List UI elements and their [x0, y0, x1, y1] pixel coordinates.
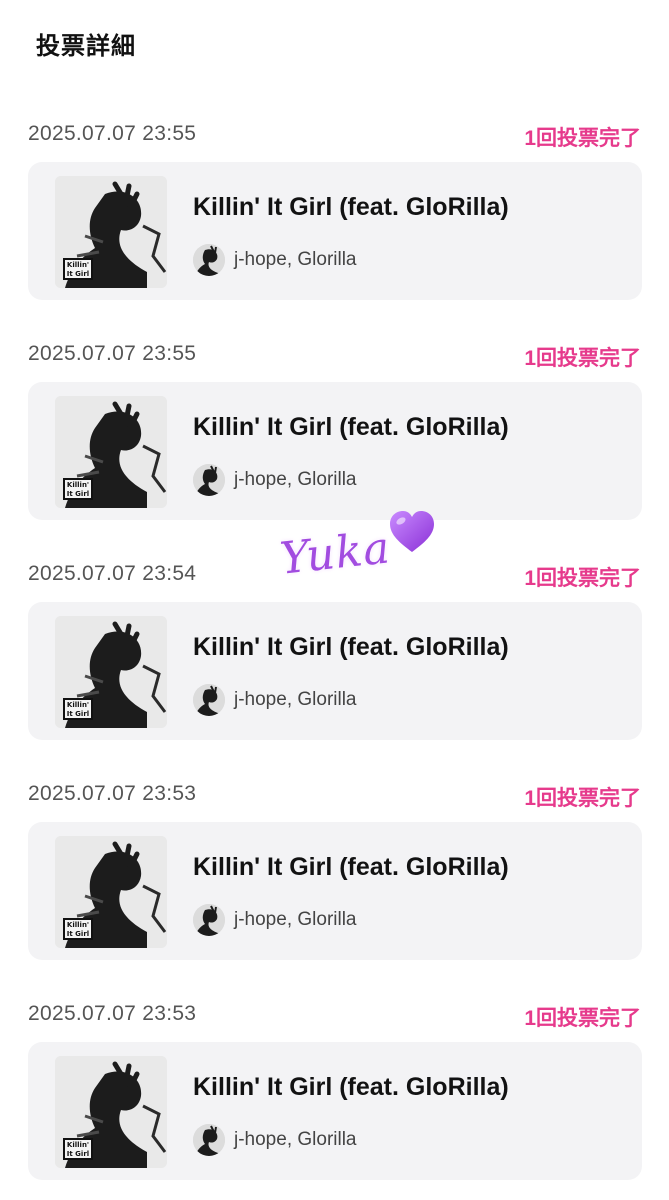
- vote-timestamp: 2025.07.07 23:54: [28, 562, 197, 585]
- purple-heart-icon: [390, 511, 434, 552]
- track-title: Killin' It Girl (feat. GloRilla): [193, 193, 509, 221]
- artist-avatar: [193, 904, 225, 936]
- vote-timestamp: 2025.07.07 23:53: [28, 1002, 197, 1025]
- album-label: Killin' It Girl: [63, 1138, 93, 1160]
- vote-timestamp: 2025.07.07 23:55: [28, 122, 197, 145]
- track-card[interactable]: Killin' It Girl Killin' It Girl (feat. G…: [28, 602, 642, 740]
- vote-meta: 2025.07.07 23:55 1回投票完了: [28, 336, 641, 372]
- artist-avatar-image: [193, 1124, 225, 1156]
- vote-status-badge: 1回投票完了: [524, 1007, 641, 1030]
- album-art: Killin' It Girl: [55, 1056, 167, 1168]
- page-title: 投票詳細: [36, 33, 136, 60]
- artist-names: j-hope, Glorilla: [234, 249, 357, 270]
- track-card[interactable]: Killin' It Girl Killin' It Girl (feat. G…: [28, 822, 642, 960]
- artist-avatar: [193, 244, 225, 276]
- track-card[interactable]: Killin' It Girl Killin' It Girl (feat. G…: [28, 382, 642, 520]
- vote-timestamp: 2025.07.07 23:53: [28, 782, 197, 805]
- artist-names: j-hope, Glorilla: [234, 689, 357, 710]
- album-art: Killin' It Girl: [55, 836, 167, 948]
- album-label: Killin' It Girl: [63, 478, 93, 500]
- album-art: Killin' It Girl: [55, 616, 167, 728]
- artist-avatar: [193, 464, 225, 496]
- artist-names: j-hope, Glorilla: [234, 1129, 357, 1150]
- signature-watermark: Yuka: [276, 506, 446, 606]
- artist-avatar-image: [193, 244, 225, 276]
- track-title: Killin' It Girl (feat. GloRilla): [193, 413, 509, 441]
- track-title: Killin' It Girl (feat. GloRilla): [193, 633, 509, 661]
- track-title: Killin' It Girl (feat. GloRilla): [193, 1073, 509, 1101]
- artist-avatar: [193, 1124, 225, 1156]
- vote-meta: 2025.07.07 23:53 1回投票完了: [28, 776, 641, 812]
- track-card[interactable]: Killin' It Girl Killin' It Girl (feat. G…: [28, 162, 642, 300]
- artist-avatar: [193, 684, 225, 716]
- artist-avatar-image: [193, 904, 225, 936]
- vote-timestamp: 2025.07.07 23:55: [28, 342, 197, 365]
- album-art: Killin' It Girl: [55, 396, 167, 508]
- vote-status-badge: 1回投票完了: [524, 127, 641, 150]
- track-card[interactable]: Killin' It Girl Killin' It Girl (feat. G…: [28, 1042, 642, 1180]
- vote-status-badge: 1回投票完了: [524, 787, 641, 810]
- artist-avatar-image: [193, 684, 225, 716]
- vote-status-badge: 1回投票完了: [524, 567, 641, 590]
- vote-entry: 2025.07.07 23:53 1回投票完了 Killin' It Girl …: [0, 996, 669, 1196]
- vote-meta: 2025.07.07 23:53 1回投票完了: [28, 996, 641, 1032]
- vote-entry: 2025.07.07 23:55 1回投票完了 Killin' It Girl …: [0, 116, 669, 316]
- signature-text: Yuka: [277, 522, 393, 585]
- artist-avatar-image: [193, 464, 225, 496]
- vote-status-badge: 1回投票完了: [524, 347, 641, 370]
- album-label: Killin' It Girl: [63, 918, 93, 940]
- artist-names: j-hope, Glorilla: [234, 909, 357, 930]
- album-label: Killin' It Girl: [63, 698, 93, 720]
- vote-entry: 2025.07.07 23:53 1回投票完了 Killin' It Girl …: [0, 776, 669, 976]
- vote-meta: 2025.07.07 23:55 1回投票完了: [28, 116, 641, 152]
- album-art: Killin' It Girl: [55, 176, 167, 288]
- artist-names: j-hope, Glorilla: [234, 469, 357, 490]
- album-label: Killin' It Girl: [63, 258, 93, 280]
- track-title: Killin' It Girl (feat. GloRilla): [193, 853, 509, 881]
